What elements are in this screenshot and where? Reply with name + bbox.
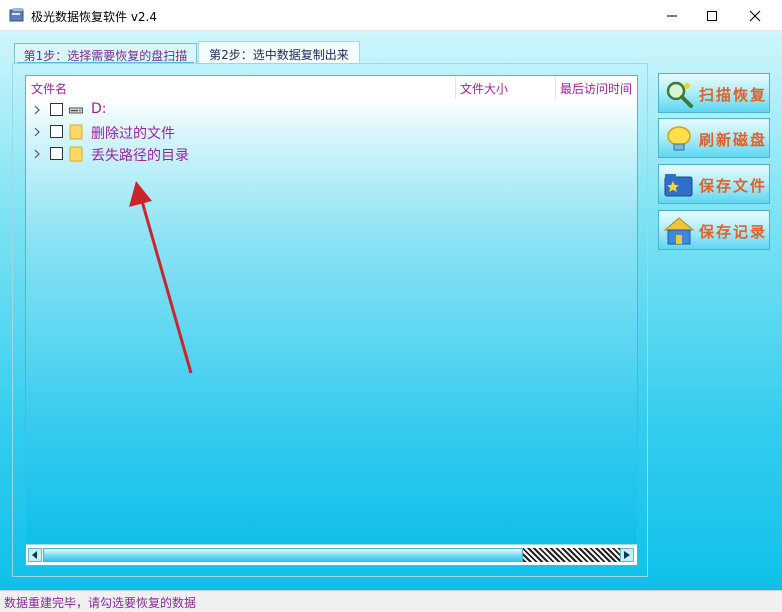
refresh-disk-button[interactable]: 刷新磁盘	[658, 118, 770, 158]
arrow-left-icon	[32, 551, 37, 559]
chevron-right-icon[interactable]	[32, 104, 42, 116]
row-label: 丢失路径的目录	[91, 148, 189, 164]
magnifier-icon	[666, 81, 693, 108]
house-icon	[663, 217, 695, 245]
close-icon	[749, 10, 761, 21]
column-header-size[interactable]: 文件大小	[460, 80, 508, 97]
row-label: 删除过的文件	[91, 126, 175, 142]
tab-step-2[interactable]: 第2步：选中数据复制出来	[198, 41, 360, 64]
file-tree: 文件名 文件大小 最后访问时间 D: 删除过的文件 丢失路径的目录	[25, 75, 638, 566]
scroll-right-button[interactable]	[620, 548, 634, 562]
window-title: 极光数据恢复软件 v2.4	[31, 10, 158, 24]
folder-icon	[69, 146, 83, 162]
column-header-name[interactable]: 文件名	[31, 80, 67, 97]
scan-recover-button[interactable]: 扫描恢复	[658, 73, 770, 113]
chevron-right-icon[interactable]	[32, 148, 42, 160]
close-button[interactable]	[733, 0, 777, 31]
chevron-right-icon[interactable]	[32, 126, 42, 138]
row-checkbox[interactable]	[50, 103, 63, 116]
button-label: 保存文件	[699, 177, 768, 195]
button-label: 保存记录	[699, 223, 768, 241]
bulb-icon	[667, 126, 691, 151]
folder-icon	[69, 124, 83, 140]
row-checkbox[interactable]	[50, 147, 63, 160]
tree-row-lost-path-dirs[interactable]: 丢失路径的目录	[26, 143, 326, 165]
tree-row-drive[interactable]: D:	[26, 99, 326, 121]
status-text: 数据重建完毕，请勾选要恢复的数据	[4, 596, 197, 610]
maximize-button[interactable]	[690, 0, 734, 31]
folder-star-icon	[664, 174, 693, 197]
tree-body: D: 删除过的文件 丢失路径的目录	[26, 99, 637, 544]
column-divider[interactable]	[555, 76, 556, 99]
tree-header: 文件名 文件大小 最后访问时间	[26, 76, 637, 99]
horizontal-scrollbar[interactable]	[26, 544, 637, 565]
drive-icon	[69, 107, 83, 114]
minimize-icon	[667, 15, 677, 16]
column-header-time[interactable]: 最后访问时间	[560, 80, 632, 97]
button-label: 刷新磁盘	[699, 131, 768, 149]
save-file-button[interactable]: 保存文件	[658, 164, 770, 204]
app-icon	[9, 8, 24, 22]
row-checkbox[interactable]	[50, 125, 63, 138]
scrollbar-thumb[interactable]	[43, 548, 523, 562]
tab-step-1[interactable]: 第1步：选择需要恢复的盘扫描	[14, 43, 197, 64]
button-label: 扫描恢复	[699, 86, 768, 104]
minimize-button[interactable]	[650, 0, 694, 31]
column-divider[interactable]	[455, 76, 456, 99]
arrow-right-icon	[624, 551, 630, 559]
row-label: D:	[91, 101, 107, 117]
status-bar: 数据重建完毕，请勾选要恢复的数据	[0, 590, 782, 612]
title-bar: 极光数据恢复软件 v2.4	[0, 0, 782, 31]
scroll-left-button[interactable]	[28, 548, 42, 562]
maximize-icon	[707, 10, 717, 21]
main-area: 第1步：选择需要恢复的盘扫描 第2步：选中数据复制出来 文件名 文件大小 最后访…	[0, 31, 782, 590]
save-record-button[interactable]: 保存记录	[658, 210, 770, 250]
tree-row-deleted-files[interactable]: 删除过的文件	[26, 121, 326, 143]
